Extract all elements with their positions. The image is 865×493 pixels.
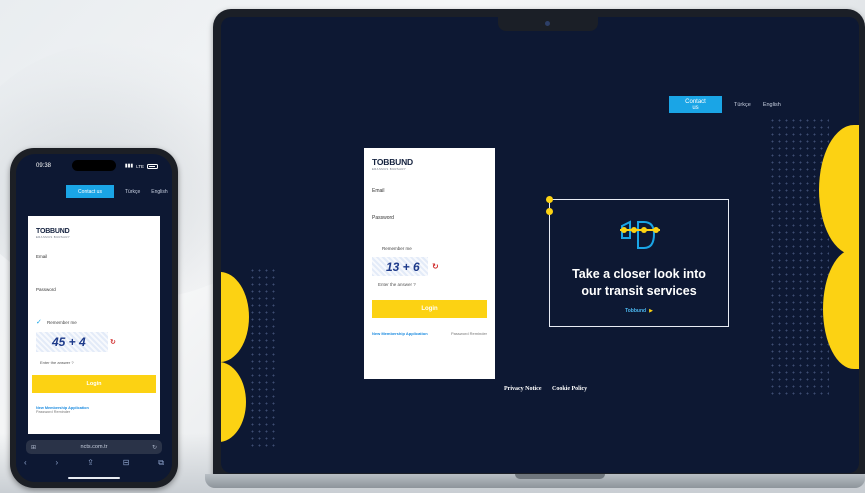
promo-title-line1: Take a closer look into bbox=[572, 267, 706, 281]
laptop-screen: Contact us Türkçe English TOBBUND ERASMU… bbox=[221, 17, 859, 473]
forward-icon[interactable]: › bbox=[56, 458, 59, 470]
contact-us-button[interactable]: Contact us bbox=[66, 185, 114, 198]
decor-blob bbox=[221, 362, 246, 442]
lang-turkish-link[interactable]: Türkçe bbox=[734, 102, 751, 108]
tabs-icon[interactable]: ⧉ bbox=[158, 458, 164, 470]
lang-english-link[interactable]: English bbox=[151, 189, 167, 195]
login-card: TOBBUND ERASMUS BURSARY Email Password ✓… bbox=[28, 216, 160, 446]
address-bar[interactable]: ⊞ ncts.com.tr ↻ bbox=[26, 440, 162, 454]
captcha-row: 13 + 6 ↻ bbox=[372, 257, 487, 276]
promo-box: Take a closer look into our transit serv… bbox=[546, 196, 729, 327]
login-button[interactable]: Login bbox=[32, 375, 156, 393]
brand-logo: TOBBUND bbox=[372, 157, 413, 167]
checkmark-icon: ✓ bbox=[36, 319, 42, 326]
signal-icon: ▮▮▮ bbox=[124, 163, 134, 169]
privacy-notice-link[interactable]: Privacy Notice bbox=[504, 386, 541, 392]
bookmarks-icon[interactable]: ⊟ bbox=[123, 458, 130, 470]
captcha-image: 45 + 4 bbox=[36, 332, 108, 352]
email-input[interactable] bbox=[372, 194, 487, 215]
home-indicator bbox=[68, 476, 120, 479]
play-arrow-icon: ▶ bbox=[649, 308, 653, 314]
password-input[interactable] bbox=[36, 292, 152, 318]
login-button[interactable]: Login bbox=[372, 300, 487, 318]
login-links: New Membership Application Password Remi… bbox=[372, 331, 487, 336]
remember-me-label: Remember me bbox=[47, 319, 77, 325]
laptop-device: Contact us Türkçe English TOBBUND ERASMU… bbox=[213, 9, 865, 479]
contact-us-button[interactable]: Contact us bbox=[669, 96, 722, 113]
promo-title-line2: our transit services bbox=[581, 284, 697, 298]
laptop-notch bbox=[498, 17, 598, 31]
network-label: LTE bbox=[136, 163, 144, 169]
captcha-image: 13 + 6 bbox=[372, 257, 428, 276]
brand-logo-sub: ERASMUS BURSARY bbox=[36, 235, 71, 239]
remember-me-checkbox[interactable]: Remember me bbox=[374, 246, 487, 251]
reload-icon[interactable]: ↻ bbox=[152, 444, 157, 451]
dot-pattern-right bbox=[769, 117, 829, 397]
captcha-row: 45 + 4 ↻ bbox=[36, 332, 152, 352]
email-input[interactable] bbox=[36, 259, 152, 287]
cookie-policy-link[interactable]: Cookie Policy bbox=[552, 386, 587, 392]
share-icon[interactable]: ⇪ bbox=[87, 458, 94, 470]
url-text: ncts.com.tr bbox=[80, 444, 108, 450]
status-right: ▮▮▮ LTE bbox=[125, 163, 158, 169]
back-icon[interactable]: ‹ bbox=[24, 458, 27, 470]
brand-logo-sub: ERASMUS BURSARY bbox=[372, 167, 407, 171]
battery-icon bbox=[147, 163, 158, 169]
laptop-base bbox=[205, 474, 865, 488]
login-card: TOBBUND ERASMUS BURSARY Email Password R… bbox=[364, 148, 495, 379]
status-bar: 09:38 ▮▮▮ LTE bbox=[36, 161, 158, 171]
footer-links: Privacy Notice Cookie Policy bbox=[504, 386, 596, 392]
lang-english-link[interactable]: English bbox=[763, 102, 781, 108]
decor-dot bbox=[546, 208, 553, 215]
promo-link[interactable]: Tobbund ▶ bbox=[550, 308, 728, 314]
laptop-groove bbox=[515, 474, 605, 479]
password-reminder-link[interactable]: Password Reminder bbox=[451, 331, 487, 336]
page-settings-icon[interactable]: ⊞ bbox=[31, 444, 36, 451]
brand-logo: TOBBUND bbox=[36, 228, 70, 235]
status-time: 09:38 bbox=[36, 163, 52, 169]
refresh-captcha-icon[interactable]: ↻ bbox=[432, 262, 439, 271]
top-nav: Contact us Türkçe English bbox=[669, 96, 781, 113]
browser-tools: ‹ › ⇪ ⊟ ⧉ bbox=[24, 458, 164, 470]
captcha-answer-input[interactable]: Enter the answer ? bbox=[378, 282, 487, 287]
promo-link-label: Tobbund bbox=[625, 308, 647, 314]
phone-screen: 09:38 ▮▮▮ LTE Contact us Türkçe English … bbox=[16, 154, 172, 482]
lang-turkish-link[interactable]: Türkçe bbox=[125, 189, 140, 195]
browser-toolbar: ⊞ ncts.com.tr ↻ ‹ › ⇪ ⊟ ⧉ bbox=[16, 434, 172, 482]
new-membership-link[interactable]: New Membership Application bbox=[372, 331, 428, 336]
promo-title: Take a closer look into our transit serv… bbox=[550, 266, 728, 300]
transit-logo-icon bbox=[620, 220, 660, 249]
password-reminder-link[interactable]: Password Reminder bbox=[36, 410, 152, 414]
decor-blob bbox=[221, 272, 249, 362]
decor-dot bbox=[546, 196, 553, 203]
login-links: New Membership Application Password Remi… bbox=[36, 406, 152, 414]
camera-icon bbox=[545, 21, 550, 26]
dot-pattern-left bbox=[249, 267, 279, 447]
remember-me-checkbox[interactable]: ✓ Remember me bbox=[36, 318, 152, 326]
top-nav: Contact us Türkçe English bbox=[66, 185, 168, 198]
password-input[interactable] bbox=[372, 221, 487, 246]
phone-device: 09:38 ▮▮▮ LTE Contact us Türkçe English … bbox=[10, 148, 178, 488]
refresh-captcha-icon[interactable]: ↻ bbox=[110, 338, 116, 346]
remember-me-label: Remember me bbox=[382, 246, 412, 251]
captcha-answer-input[interactable]: Enter the answer ? bbox=[40, 360, 152, 365]
